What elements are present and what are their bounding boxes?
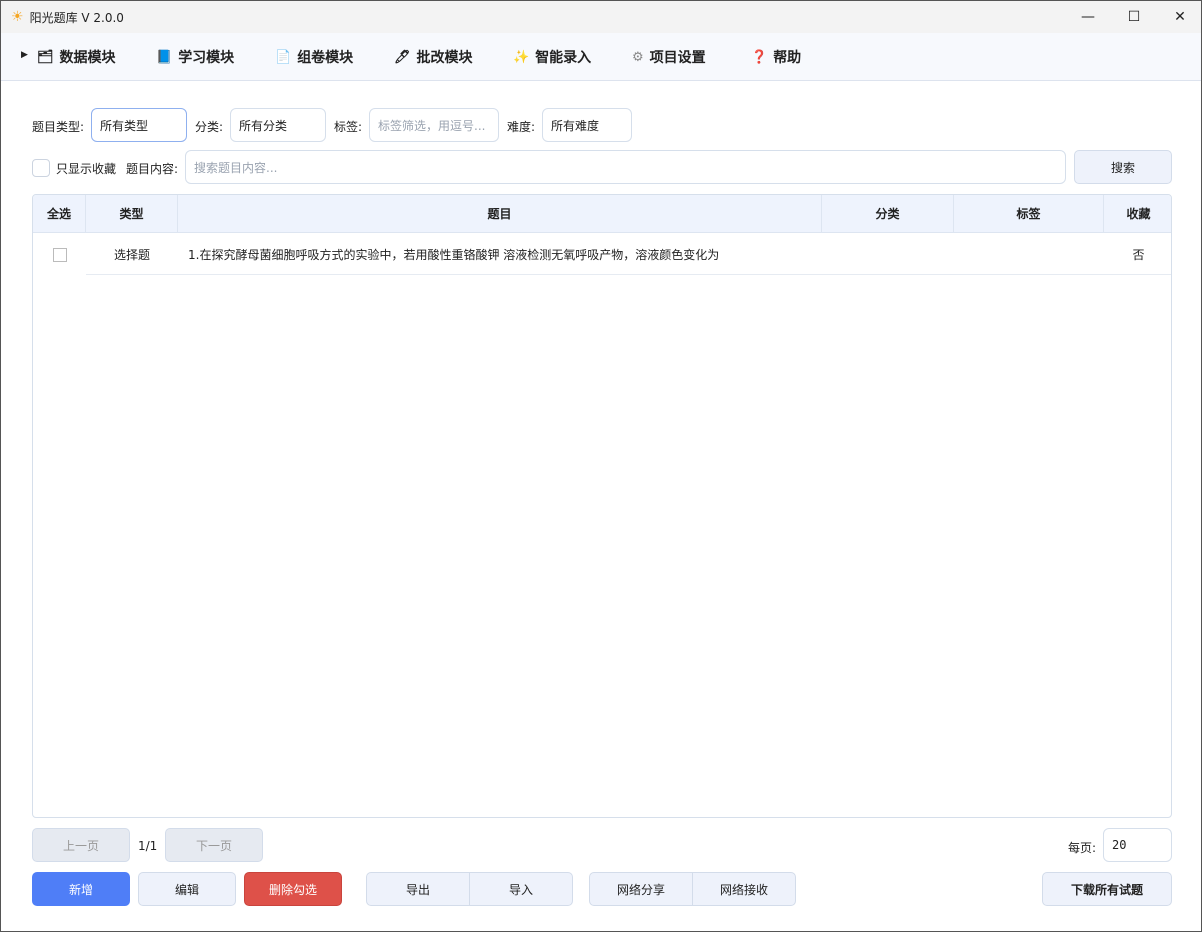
menu-settings[interactable]: ⚙ 项目设置 bbox=[632, 33, 706, 81]
header-question: 题目 bbox=[178, 195, 822, 233]
pen-icon: 🖊 bbox=[394, 49, 411, 65]
menu-smart-input[interactable]: ✨ 智能录入 bbox=[513, 33, 591, 81]
caret-right-icon: ▶ bbox=[21, 50, 28, 60]
category-value: 所有分类 bbox=[239, 118, 288, 133]
menu-compose[interactable]: 📄 组卷模块 bbox=[275, 33, 353, 81]
type-select[interactable]: 所有类型 bbox=[91, 108, 187, 142]
menu-label: 批改模块 bbox=[416, 50, 473, 66]
folder-icon: 🗂 bbox=[37, 49, 54, 65]
question-icon: ❓ bbox=[751, 49, 768, 65]
difficulty-value: 所有难度 bbox=[551, 118, 600, 133]
content-label: 题目内容: bbox=[126, 162, 179, 176]
difficulty-label: 难度: bbox=[507, 120, 536, 134]
minimize-button[interactable]: — bbox=[1065, 1, 1111, 33]
row-type: 选择题 bbox=[86, 234, 178, 275]
per-page-input[interactable]: 20 bbox=[1103, 828, 1172, 862]
window-title: 阳光题库 V 2.0.0 bbox=[29, 10, 124, 25]
header-category: 分类 bbox=[822, 195, 954, 233]
import-button[interactable]: 导入 bbox=[469, 872, 573, 906]
gear-icon: ⚙ bbox=[632, 49, 644, 65]
header-select-all[interactable]: 全选 bbox=[33, 195, 86, 233]
favorites-label: 只显示收藏 bbox=[56, 162, 117, 176]
download-all-button[interactable]: 下载所有试题 bbox=[1042, 872, 1172, 906]
row-tags bbox=[954, 234, 1104, 275]
header-type: 类型 bbox=[86, 195, 178, 233]
question-table: 全选 类型 题目 分类 标签 收藏 选择题 1.在探究酵母菌细胞呼吸方式的实验中… bbox=[32, 194, 1172, 818]
network-receive-button[interactable]: 网络接收 bbox=[692, 872, 796, 906]
tag-placeholder: 标签筛选，用逗号... bbox=[378, 118, 486, 133]
favorites-checkbox[interactable] bbox=[32, 159, 50, 177]
per-page-value: 20 bbox=[1112, 838, 1127, 852]
row-checkbox[interactable] bbox=[52, 247, 67, 262]
category-label: 分类: bbox=[195, 120, 224, 134]
type-value: 所有类型 bbox=[100, 118, 149, 133]
header-tags: 标签 bbox=[954, 195, 1104, 233]
category-select[interactable]: 所有分类 bbox=[230, 108, 326, 142]
menu-study[interactable]: 📘 学习模块 bbox=[156, 33, 234, 81]
row-favorite: 否 bbox=[1104, 234, 1171, 275]
content-search-input[interactable]: 搜索题目内容... bbox=[185, 150, 1066, 184]
sparkles-icon: ✨ bbox=[513, 49, 530, 65]
prev-page-button[interactable]: 上一页 bbox=[32, 828, 130, 862]
header-favorite: 收藏 bbox=[1104, 195, 1171, 233]
delete-selected-button[interactable]: 删除勾选 bbox=[244, 872, 342, 906]
row-question: 1.在探究酵母菌细胞呼吸方式的实验中，若用酸性重铬酸钾 溶液检测无氧呼吸产物，溶… bbox=[178, 234, 822, 275]
paper-stack-icon: 📄 bbox=[275, 49, 292, 65]
export-button[interactable]: 导出 bbox=[366, 872, 470, 906]
type-label: 题目类型: bbox=[32, 120, 85, 134]
menu-label: 帮助 bbox=[773, 50, 802, 66]
menu-label: 组卷模块 bbox=[297, 50, 354, 66]
title-bar: ☀ 阳光题库 V 2.0.0 bbox=[1, 1, 1201, 33]
menu-label: 数据模块 bbox=[59, 50, 116, 66]
tag-input[interactable]: 标签筛选，用逗号... bbox=[369, 108, 499, 142]
menu-label: 智能录入 bbox=[535, 50, 592, 66]
content-placeholder: 搜索题目内容... bbox=[194, 160, 278, 175]
menu-data[interactable]: 🗂 数据模块 bbox=[37, 33, 116, 81]
close-button[interactable]: ✕ bbox=[1157, 1, 1202, 33]
menu-bar: ▶ 🗂 数据模块 📘 学习模块 📄 组卷模块 🖊 批改模块 ✨ 智能录入 ⚙ 项目设置 ❓ 帮… bbox=[1, 33, 1201, 81]
maximize-button[interactable]: ☐ bbox=[1111, 1, 1157, 33]
book-icon: 📘 bbox=[156, 49, 173, 65]
menu-label: 学习模块 bbox=[178, 50, 235, 66]
row-category bbox=[822, 234, 954, 275]
search-button[interactable]: 搜索 bbox=[1074, 150, 1172, 184]
next-page-button[interactable]: 下一页 bbox=[165, 828, 263, 862]
network-share-button[interactable]: 网络分享 bbox=[589, 872, 693, 906]
menu-help[interactable]: ❓ 帮助 bbox=[751, 33, 801, 81]
page-indicator: 1/1 bbox=[138, 839, 158, 853]
per-page-label: 每页: bbox=[1068, 841, 1097, 855]
add-button[interactable]: 新增 bbox=[32, 872, 130, 906]
menu-grading[interactable]: 🖊 批改模块 bbox=[394, 33, 473, 81]
difficulty-select[interactable]: 所有难度 bbox=[542, 108, 632, 142]
sun-icon: ☀ bbox=[11, 9, 24, 25]
edit-button[interactable]: 编辑 bbox=[138, 872, 236, 906]
tag-label: 标签: bbox=[334, 120, 363, 134]
menu-label: 项目设置 bbox=[649, 50, 706, 66]
